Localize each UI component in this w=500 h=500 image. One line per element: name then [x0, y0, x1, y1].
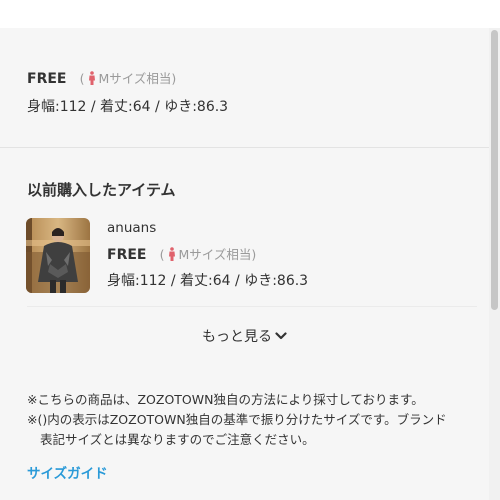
size-equivalent: ( Mサイズ相当) — [80, 71, 177, 86]
size-notes: ※こちらの商品は、ZOZOTOWN独自の方法により採寸しております。 ※()内の… — [27, 390, 477, 450]
size-measurements: 身幅:112 / 着丈:64 / ゆき:86.3 — [27, 99, 229, 115]
size-guide-link[interactable]: サイズガイド — [27, 462, 108, 482]
person-icon — [89, 71, 96, 85]
show-more-label: もっと見る — [202, 329, 272, 345]
size-label: FREE — [27, 71, 67, 87]
equiv-text: Mサイズ相当 — [98, 71, 172, 86]
item-thumbnail-image — [26, 218, 90, 293]
item-size-row: FREE ( Mサイズ相当) — [107, 244, 256, 263]
item-size-label: FREE — [107, 247, 147, 263]
equiv-close-paren: ) — [171, 71, 177, 86]
scrollbar-thumb[interactable] — [491, 30, 498, 310]
item-equiv-close-paren: ) — [251, 247, 257, 262]
item-thumbnail[interactable] — [26, 218, 90, 293]
purchased-section-title: 以前購入したアイテム — [27, 181, 176, 199]
chevron-down-icon — [275, 332, 287, 340]
section-divider — [0, 147, 489, 148]
item-brand[interactable]: anuans — [107, 220, 156, 236]
note-line: 表記サイズとは異なりますのでご注意ください。 — [40, 432, 315, 447]
item-divider — [27, 306, 477, 307]
note-line: ※()内の表示はZOZOTOWN独自の基準で振り分けたサイズです。ブランド — [27, 412, 447, 427]
item-size-equivalent: ( Mサイズ相当) — [160, 247, 257, 262]
top-spacer — [0, 0, 500, 28]
show-more-button[interactable]: もっと見る — [0, 326, 489, 346]
note-line: ※こちらの商品は、ZOZOTOWN独自の方法により採寸しております。 — [27, 392, 424, 407]
equiv-open-paren: ( — [79, 71, 85, 86]
item-measurements: 身幅:112 / 着丈:64 / ゆき:86.3 — [107, 273, 309, 289]
current-size-row: FREE ( Mサイズ相当) — [27, 68, 176, 87]
person-icon — [169, 247, 176, 261]
item-equiv-open-paren: ( — [159, 247, 165, 262]
size-info-page: FREE ( Mサイズ相当) 身幅:112 / 着丈:64 / ゆき:86.3 以… — [0, 0, 500, 500]
item-equiv-text: Mサイズ相当 — [178, 247, 252, 262]
